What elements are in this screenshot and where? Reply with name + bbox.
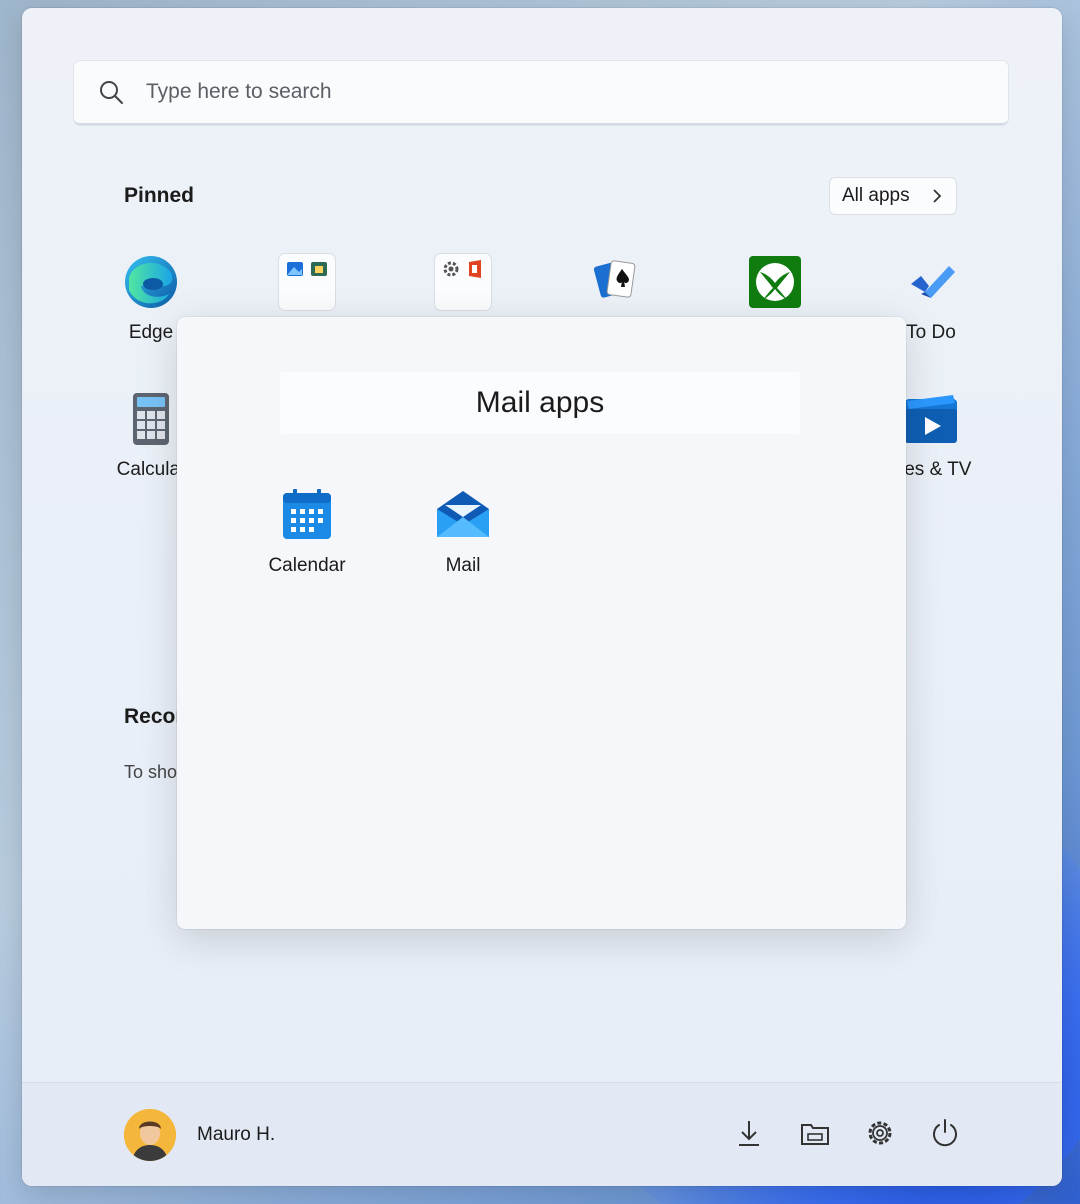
app-folder-icon	[279, 254, 335, 310]
user-avatar-icon	[124, 1109, 176, 1161]
calculator-icon	[123, 391, 179, 447]
app-label: Mail	[445, 555, 481, 576]
search-box[interactable]	[74, 61, 1008, 125]
power-icon[interactable]	[929, 1117, 961, 1149]
downloads-icon[interactable]	[733, 1117, 765, 1149]
folder-title-field[interactable]: Mail apps	[280, 372, 800, 434]
file-explorer-icon[interactable]	[799, 1117, 831, 1149]
pinned-folder-photos[interactable]	[252, 254, 362, 322]
gear-icon[interactable]	[864, 1117, 896, 1149]
calendar-icon	[279, 487, 335, 543]
app-folder-panel: Mail apps Calendar Mail	[177, 317, 906, 929]
search-icon	[100, 81, 123, 104]
edge-icon	[123, 254, 179, 310]
search-input[interactable]	[144, 71, 988, 113]
mail-envelope-icon	[435, 487, 491, 543]
pinned-app-xbox[interactable]	[720, 254, 830, 322]
start-menu-footer: Mauro H.	[22, 1082, 1062, 1186]
solitaire-cards-icon	[591, 254, 647, 310]
app-folder-icon	[435, 254, 491, 310]
recommended-title: Recor	[124, 705, 184, 728]
todo-check-icon	[903, 254, 959, 310]
all-apps-label: All apps	[842, 185, 910, 206]
user-name: Mauro H.	[197, 1124, 276, 1145]
xbox-icon	[747, 254, 803, 310]
folder-app-mail[interactable]: Mail	[408, 487, 518, 577]
pinned-folder-office[interactable]	[408, 254, 518, 322]
movies-tv-icon	[903, 391, 959, 447]
avatar[interactable]	[124, 1109, 176, 1161]
recommended-subtitle: To sho	[124, 762, 178, 782]
pinned-app-solitaire[interactable]	[564, 254, 674, 322]
all-apps-button[interactable]: All apps	[830, 178, 956, 214]
pinned-title: Pinned	[124, 184, 195, 207]
app-label: Calendar	[268, 555, 346, 576]
start-menu: Pinned All apps Edge	[22, 8, 1062, 1186]
folder-app-calendar[interactable]: Calendar	[252, 487, 362, 577]
chevron-right-icon	[933, 189, 942, 203]
